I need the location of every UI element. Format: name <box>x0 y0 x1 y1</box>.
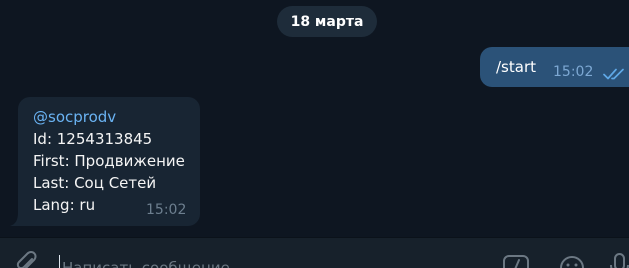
incoming-message-time: 15:02 <box>146 202 187 218</box>
outgoing-message-bubble[interactable]: /start 15:02 <box>480 47 629 87</box>
paperclip-icon[interactable] <box>14 250 40 268</box>
username-link[interactable]: @socprodv <box>33 106 185 128</box>
message-input[interactable] <box>62 257 482 268</box>
message-line-first: First: Продвижение <box>33 152 185 170</box>
incoming-message-body: @socprodv Id: 1254313845 First: Продвиже… <box>33 106 185 216</box>
message-composer <box>0 237 629 268</box>
outgoing-message-time: 15:02 <box>553 64 594 80</box>
outgoing-message-text: /start <box>496 58 536 76</box>
incoming-message-bubble[interactable]: @socprodv Id: 1254313845 First: Продвиже… <box>18 97 200 226</box>
bot-commands-icon[interactable] <box>502 252 530 268</box>
text-cursor <box>59 255 60 268</box>
message-line-last: Last: Соц Сетей <box>33 174 157 192</box>
emoji-icon[interactable] <box>558 252 586 268</box>
message-line-id: Id: 1254313845 <box>33 130 153 148</box>
microphone-icon[interactable] <box>608 252 629 268</box>
double-check-icon <box>603 68 624 80</box>
chat-area: 18 марта /start 15:02 @socprodv Id: 1254… <box>0 0 629 268</box>
date-separator: 18 марта <box>277 6 377 37</box>
